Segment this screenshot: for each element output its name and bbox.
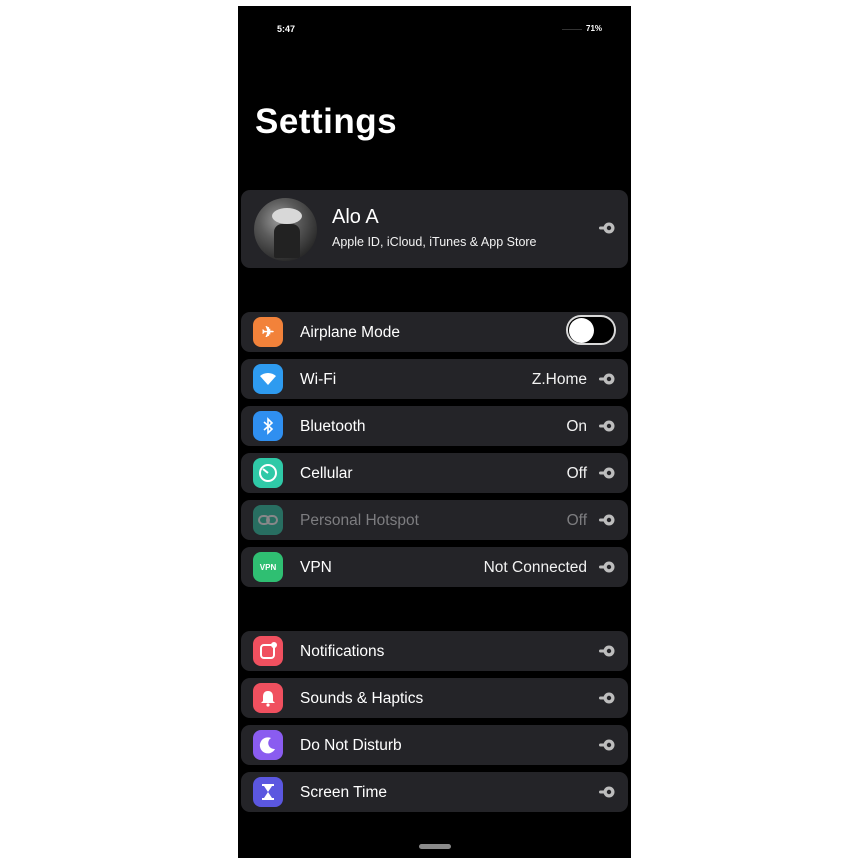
profile-card[interactable]: Alo A Apple ID, iCloud, iTunes & App Sto… (241, 190, 628, 268)
profile-name: Alo A (332, 206, 379, 228)
row-label: Wi-Fi (300, 371, 337, 388)
row-label: VPN (300, 559, 332, 576)
row-do-not-disturb[interactable]: Do Not Disturb (241, 725, 628, 765)
link-chevron-icon (599, 514, 615, 526)
link-chevron-icon (599, 645, 615, 657)
row-airplane-mode[interactable]: ✈ Airplane Mode (241, 312, 628, 352)
row-value: Off (566, 465, 587, 482)
row-vpn[interactable]: VPN VPN Not Connected (241, 547, 628, 587)
row-screen-time[interactable]: Screen Time (241, 772, 628, 812)
hourglass-icon (253, 777, 283, 807)
home-indicator[interactable] (419, 844, 451, 849)
airplane-icon: ✈ (253, 317, 283, 347)
link-chevron-icon (599, 467, 615, 479)
row-value: Z.Home (531, 371, 587, 388)
row-personal-hotspot[interactable]: Personal Hotspot Off (241, 500, 628, 540)
row-notifications[interactable]: Notifications (241, 631, 628, 671)
battery-level: 71% (586, 24, 603, 33)
link-chevron-icon (599, 373, 615, 385)
link-chevron-icon (599, 786, 615, 798)
profile-subtitle: Apple ID, iCloud, iTunes & App Store (332, 235, 537, 249)
row-label: Personal Hotspot (300, 512, 419, 529)
link-chevron-icon (599, 739, 615, 751)
avatar (254, 198, 317, 261)
row-value: On (566, 418, 587, 435)
row-sounds-haptics[interactable]: Sounds & Haptics (241, 678, 628, 718)
status-time: 5:47 (277, 24, 296, 34)
wifi-icon (253, 364, 283, 394)
bell-icon (253, 683, 283, 713)
moon-icon (253, 730, 283, 760)
row-label: Sounds & Haptics (300, 690, 424, 707)
airplane-mode-toggle[interactable] (566, 315, 616, 345)
link-chevron-icon (599, 420, 615, 432)
row-label: Airplane Mode (300, 324, 400, 341)
row-value: Off (566, 512, 587, 529)
link-chevron-icon (599, 561, 615, 573)
row-bluetooth[interactable]: Bluetooth On (241, 406, 628, 446)
link-chevron-icon (599, 692, 615, 704)
link-chevron-icon (599, 222, 615, 234)
notifications-icon (253, 636, 283, 666)
vpn-icon: VPN (253, 552, 283, 582)
bluetooth-icon (253, 411, 283, 441)
row-value: Not Connected (483, 559, 587, 576)
row-label: Notifications (300, 643, 385, 660)
row-label: Screen Time (300, 784, 388, 801)
signal-indicator (562, 29, 582, 30)
cellular-gauge-icon (253, 458, 283, 488)
row-label: Cellular (300, 465, 353, 482)
row-label: Do Not Disturb (300, 737, 402, 754)
row-cellular[interactable]: Cellular Off (241, 453, 628, 493)
row-wifi[interactable]: Wi-Fi Z.Home (241, 359, 628, 399)
settings-screen: 5:47 71% Settings Alo A Apple ID, iCloud… (238, 6, 631, 858)
page-title: Settings (255, 102, 398, 141)
hotspot-link-icon (253, 505, 283, 535)
row-label: Bluetooth (300, 418, 366, 435)
